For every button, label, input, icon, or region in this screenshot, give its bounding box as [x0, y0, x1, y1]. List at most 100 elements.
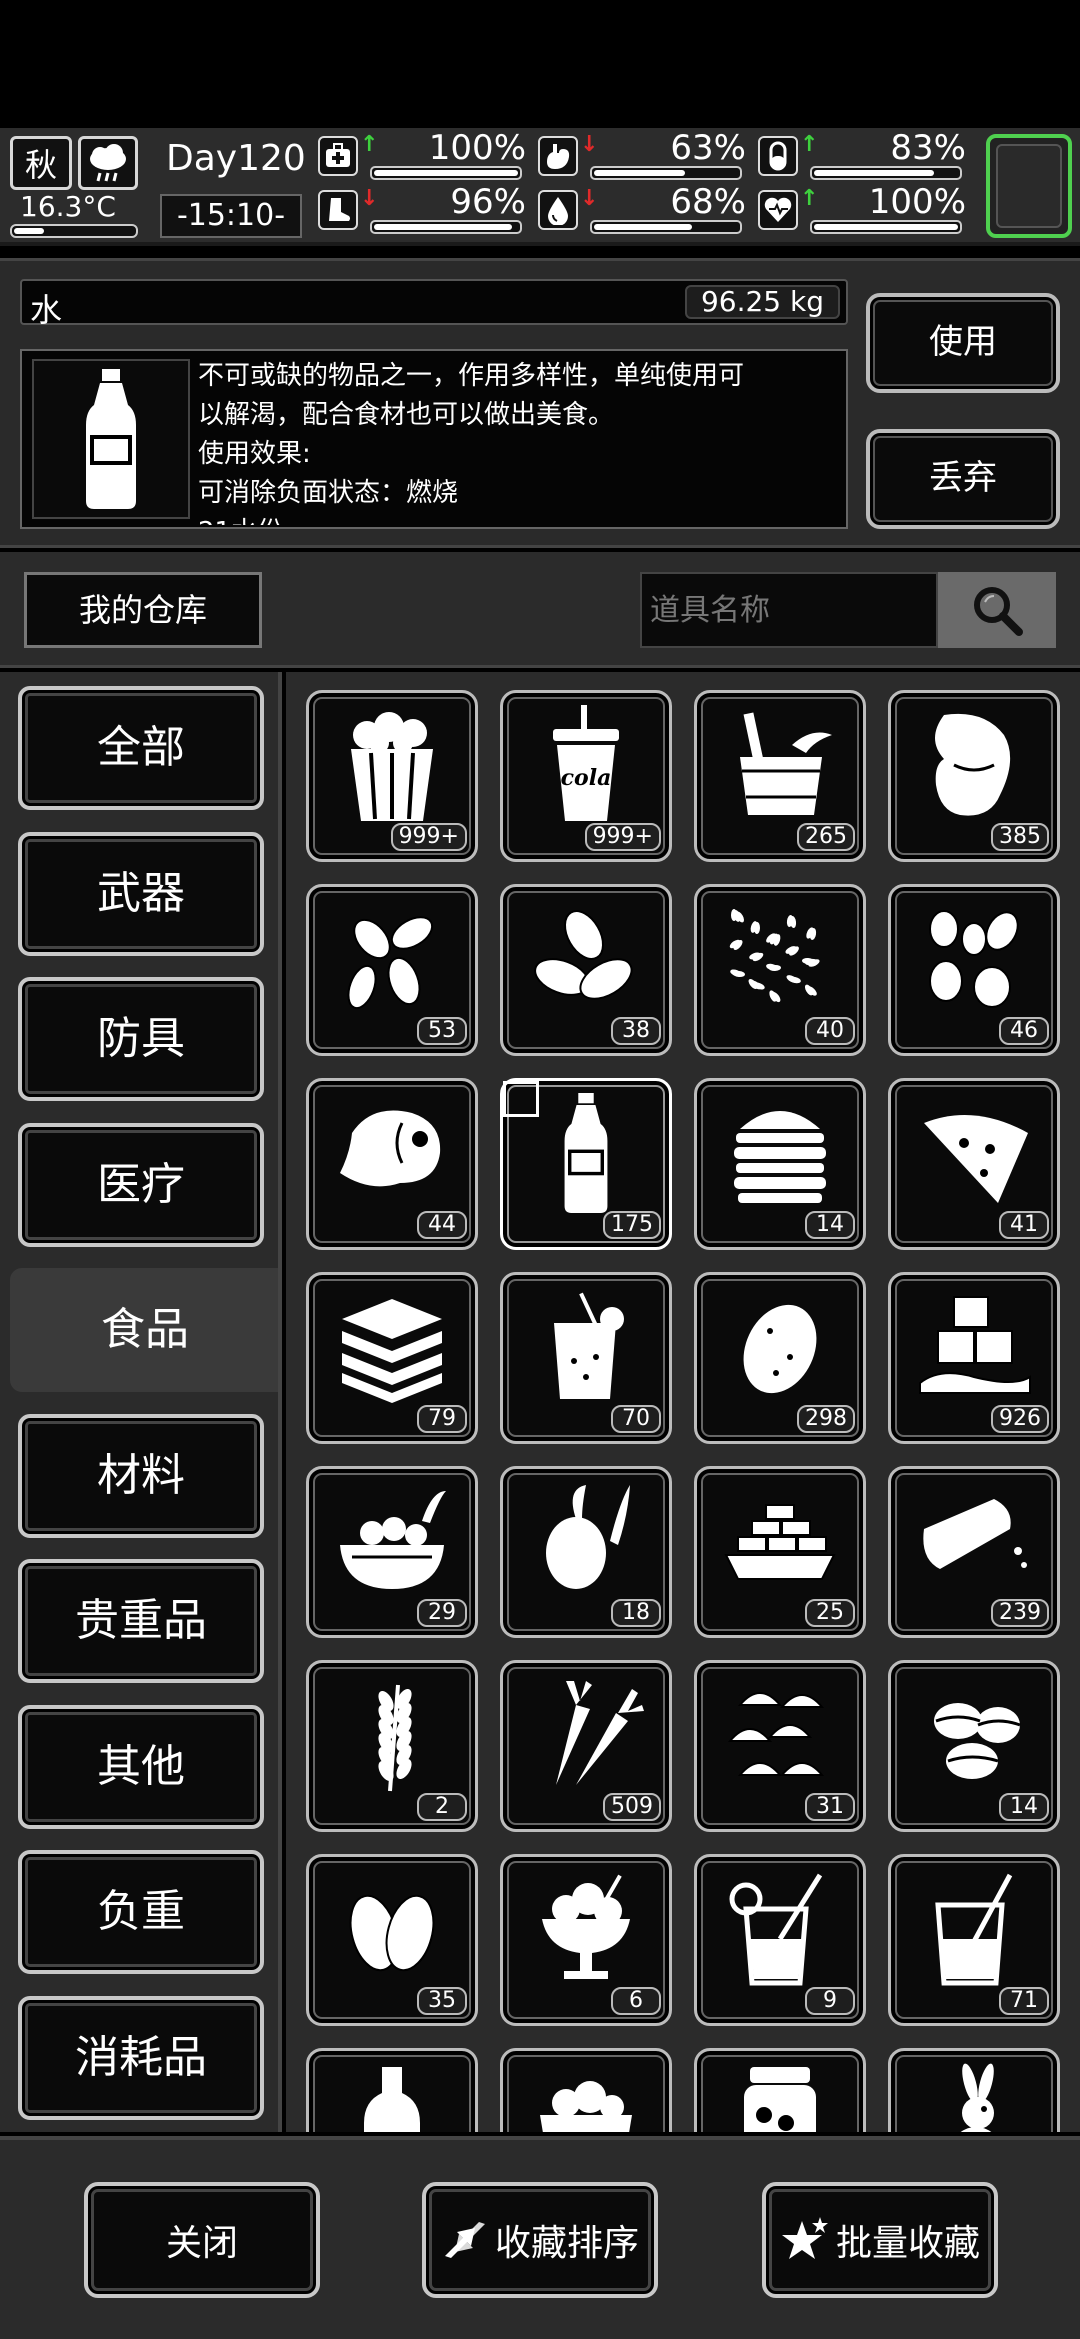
boot-icon	[318, 190, 358, 230]
inventory-slot[interactable]: 38	[500, 884, 672, 1056]
inventory-slot[interactable]: 18	[500, 1466, 672, 1638]
bread-loaf-icon	[909, 1481, 1039, 1601]
category-tab[interactable]: 消耗品	[18, 1995, 264, 2120]
inventory-slot[interactable]: 29	[306, 1466, 478, 1638]
drop-button[interactable]: 丢弃	[866, 429, 1060, 529]
close-button-label: 关闭	[165, 2223, 238, 2264]
quick-slot[interactable]	[986, 134, 1072, 238]
inventory-slot[interactable]: 25	[694, 1466, 866, 1638]
stat-thirst: ↓ 68%	[538, 182, 750, 234]
item-count: 41	[999, 1211, 1049, 1239]
inventory-slot[interactable]: 70	[500, 1272, 672, 1444]
inventory-slot[interactable]: 79	[306, 1272, 478, 1444]
category-tab[interactable]: 武器	[18, 831, 264, 956]
inventory-slot[interactable]: 175	[500, 1078, 672, 1250]
peanuts-icon	[909, 899, 1039, 1019]
item-count: 14	[999, 1793, 1049, 1821]
juice-glass-icon	[521, 1287, 651, 1407]
item-count: 385	[991, 823, 1049, 851]
stat-bar	[590, 220, 742, 234]
coffee-beans-icon	[909, 1675, 1039, 1795]
raw-meat-icon	[909, 705, 1039, 825]
inventory-slot[interactable]	[306, 2048, 478, 2132]
inventory-slot[interactable]: 40	[694, 884, 866, 1056]
stat-value: 96%	[450, 182, 526, 222]
soda-glass-icon	[909, 1869, 1039, 1989]
heart-icon	[758, 190, 798, 230]
radish-icon	[521, 1481, 651, 1601]
item-grid: 999+ cola 999+ 265 385 53 38 40 46 44 175 14 41 79 70 2…	[286, 672, 1080, 2132]
rice-grains-icon	[715, 899, 845, 1019]
close-button[interactable]: 关闭	[84, 2182, 320, 2298]
day-counter: Day120	[166, 138, 306, 179]
item-description: 不可或缺的物品之一，作用多样性，单纯使用可 以解渴，配合食材也可以做出美食。 使…	[198, 357, 838, 525]
trend-down-arrow-icon: ↓	[580, 186, 599, 211]
inventory-slot[interactable]: 298	[694, 1272, 866, 1444]
search-button[interactable]	[938, 572, 1056, 648]
category-tab[interactable]: 医疗	[18, 1122, 264, 1247]
pizza-slice-icon	[909, 1093, 1039, 1213]
category-tab[interactable]: 其他	[18, 1704, 264, 1829]
category-tab[interactable]: 材料	[18, 1413, 264, 1538]
inventory-slot[interactable]: 14	[694, 1078, 866, 1250]
item-search-input[interactable]	[640, 572, 938, 648]
stat-bar	[810, 220, 962, 234]
item-count: 31	[805, 1793, 855, 1821]
inventory-slot[interactable]: 239	[888, 1466, 1060, 1638]
almonds-icon	[521, 899, 651, 1019]
potato-icon	[715, 1287, 845, 1407]
inventory-slot[interactable]: 31	[694, 1660, 866, 1832]
inventory-slot[interactable]	[888, 2048, 1060, 2132]
inventory-slot[interactable]: 14	[888, 1660, 1060, 1832]
fruit-basket-icon	[521, 2063, 651, 2132]
fish-head-icon	[327, 1093, 457, 1213]
season-label: 秋	[24, 146, 57, 184]
cola-cup-icon: cola	[521, 705, 651, 825]
inventory-slot[interactable]: 46	[888, 884, 1060, 1056]
category-tab[interactable]: 全部	[18, 686, 264, 810]
inventory-slot[interactable]: 44	[306, 1078, 478, 1250]
stat-stamina: ↓ 96%	[318, 182, 530, 234]
item-count: 2	[417, 1793, 467, 1821]
stat-value: 63%	[670, 128, 746, 168]
category-tab[interactable]: 负重	[18, 1850, 264, 1974]
inventory-slot[interactable]: 999+	[306, 690, 478, 862]
batch-favorite-button[interactable]: 批量收藏	[762, 2182, 998, 2298]
favorite-sort-button[interactable]: 收藏排序	[422, 2182, 658, 2298]
inventory-slot[interactable]	[500, 2048, 672, 2132]
clock-time: -15:10-	[160, 194, 302, 238]
use-button[interactable]: 使用	[866, 293, 1060, 393]
inventory-slot[interactable]: 2	[306, 1660, 478, 1832]
stat-bar	[810, 166, 962, 180]
status-bar: 秋 16.3°C Day120 -15:10- ↑ 100% ↓ 63% ↑ 8…	[0, 128, 1080, 246]
inventory-slot[interactable]	[694, 2048, 866, 2132]
inventory-slot[interactable]: 9	[694, 1854, 866, 2026]
wooden-bucket-icon	[715, 705, 845, 825]
inventory-slot[interactable]: 71	[888, 1854, 1060, 2026]
swap-arrows-icon	[444, 2222, 485, 2258]
carrots-icon	[521, 1675, 651, 1795]
inventory-slot[interactable]: 53	[306, 884, 478, 1056]
warehouse-title: 我的仓库	[24, 572, 262, 648]
category-tab[interactable]: 防具	[18, 977, 264, 1101]
stat-bar	[370, 220, 522, 234]
description-line: 不可或缺的物品之一，作用多样性，单纯使用可	[198, 361, 745, 391]
description-line: 以解渴，配合食材也可以做出美食。	[198, 400, 615, 430]
inventory-slot[interactable]: 6	[500, 1854, 672, 2026]
item-count: 25	[805, 1599, 855, 1627]
item-count: 999+	[584, 823, 661, 851]
inventory-slot[interactable]: 385	[888, 690, 1060, 862]
inventory-slot[interactable]: 265	[694, 690, 866, 862]
rabbit-icon	[909, 2063, 1039, 2132]
category-tab[interactable]: 贵重品	[18, 1559, 264, 1683]
category-tab[interactable]: 食品	[10, 1268, 278, 1392]
inventory-slot[interactable]: 35	[306, 1854, 478, 2026]
inventory-slot[interactable]: 926	[888, 1272, 1060, 1444]
inventory-slot[interactable]: 509	[500, 1660, 672, 1832]
item-count: 71	[999, 1987, 1049, 2015]
inventory-slot[interactable]: cola 999+	[500, 690, 672, 862]
item-count: 6	[611, 1987, 661, 2015]
dumplings-icon	[715, 1675, 845, 1795]
search-icon	[974, 587, 1023, 636]
inventory-slot[interactable]: 41	[888, 1078, 1060, 1250]
